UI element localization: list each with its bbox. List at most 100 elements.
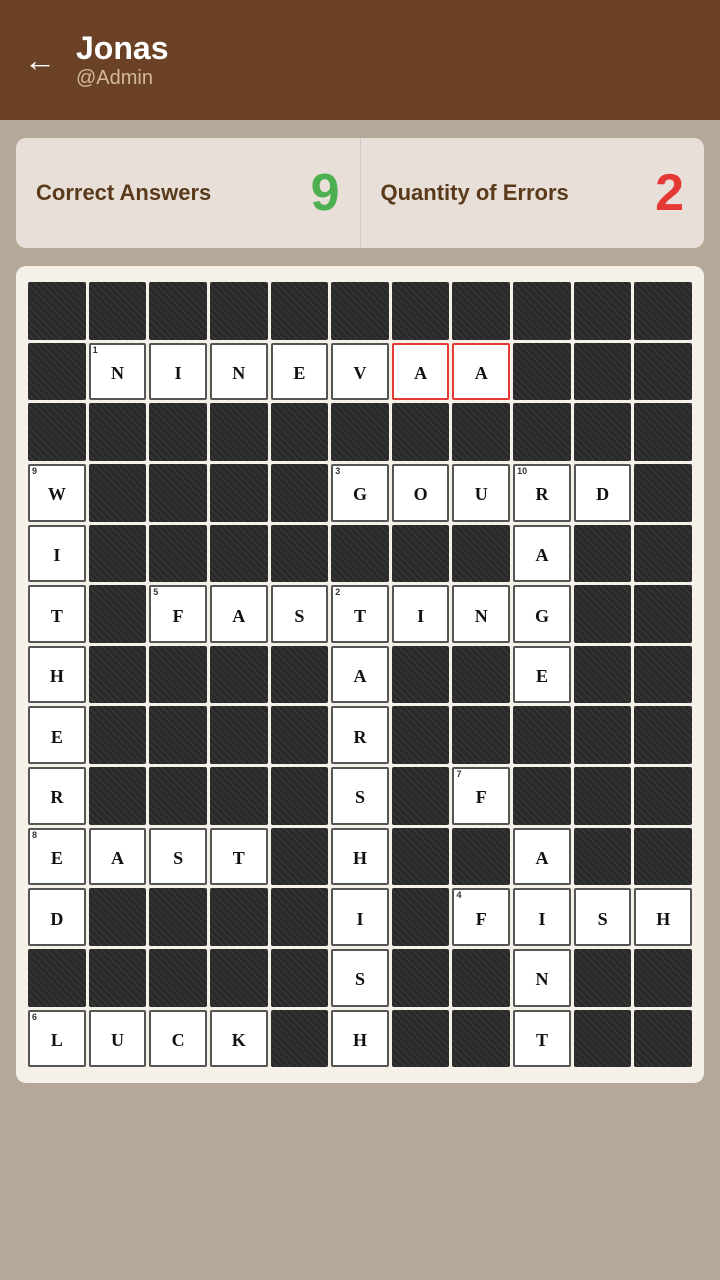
cell[interactable] [89, 949, 147, 1007]
cell[interactable] [392, 706, 450, 764]
cell[interactable] [331, 282, 389, 340]
cell[interactable] [634, 828, 692, 886]
cell[interactable]: S [574, 888, 632, 946]
cell[interactable] [513, 767, 571, 825]
cell[interactable]: E [271, 343, 329, 401]
cell[interactable] [513, 403, 571, 461]
cell[interactable] [271, 828, 329, 886]
cell[interactable] [392, 403, 450, 461]
cell[interactable]: D [574, 464, 632, 522]
cell[interactable] [210, 949, 268, 1007]
cell[interactable]: A [452, 343, 510, 401]
cell[interactable] [452, 828, 510, 886]
cell[interactable] [210, 403, 268, 461]
cell[interactable]: 1N [89, 343, 147, 401]
cell[interactable] [331, 525, 389, 583]
cell[interactable] [28, 343, 86, 401]
cell[interactable]: U [89, 1010, 147, 1068]
cell[interactable]: O [392, 464, 450, 522]
cell[interactable] [89, 282, 147, 340]
cell[interactable]: U [452, 464, 510, 522]
cell[interactable]: A [513, 525, 571, 583]
cell[interactable] [392, 949, 450, 1007]
cell[interactable]: T [513, 1010, 571, 1068]
cell[interactable] [574, 767, 632, 825]
cell[interactable]: N [513, 949, 571, 1007]
cell[interactable] [210, 464, 268, 522]
cell[interactable] [574, 949, 632, 1007]
cell[interactable]: H [28, 646, 86, 704]
cell[interactable]: S [149, 828, 207, 886]
cell[interactable] [28, 403, 86, 461]
cell[interactable] [392, 1010, 450, 1068]
cell[interactable] [89, 464, 147, 522]
cell[interactable]: A [331, 646, 389, 704]
cell[interactable]: 5F [149, 585, 207, 643]
cell[interactable]: A [89, 828, 147, 886]
cell[interactable] [89, 525, 147, 583]
cell[interactable]: I [149, 343, 207, 401]
cell[interactable]: V [331, 343, 389, 401]
cell[interactable] [452, 949, 510, 1007]
cell[interactable] [331, 403, 389, 461]
cell[interactable] [574, 585, 632, 643]
cell[interactable]: A [210, 585, 268, 643]
cell[interactable]: A [513, 828, 571, 886]
cell[interactable] [271, 403, 329, 461]
cell[interactable]: D [28, 888, 86, 946]
cell[interactable]: I [513, 888, 571, 946]
cell[interactable] [452, 646, 510, 704]
cell[interactable] [149, 706, 207, 764]
cell[interactable] [271, 888, 329, 946]
cell[interactable] [452, 403, 510, 461]
cell[interactable] [271, 1010, 329, 1068]
cell[interactable] [271, 706, 329, 764]
cell[interactable]: K [210, 1010, 268, 1068]
cell[interactable] [149, 767, 207, 825]
cell[interactable] [210, 525, 268, 583]
cell[interactable] [149, 888, 207, 946]
cell[interactable] [149, 282, 207, 340]
cell[interactable] [271, 525, 329, 583]
cell[interactable]: I [392, 585, 450, 643]
cell[interactable] [149, 949, 207, 1007]
cell[interactable] [513, 282, 571, 340]
cell[interactable]: S [271, 585, 329, 643]
cell[interactable] [574, 646, 632, 704]
cell[interactable]: 9W [28, 464, 86, 522]
cell[interactable] [574, 706, 632, 764]
cell[interactable] [271, 949, 329, 1007]
cell[interactable]: S [331, 767, 389, 825]
cell[interactable] [634, 403, 692, 461]
cell[interactable] [28, 949, 86, 1007]
cell[interactable]: I [331, 888, 389, 946]
cell[interactable] [89, 403, 147, 461]
cell[interactable] [634, 767, 692, 825]
cell[interactable] [89, 585, 147, 643]
cell[interactable]: R [331, 706, 389, 764]
cell[interactable] [149, 646, 207, 704]
cell[interactable] [574, 282, 632, 340]
cell[interactable]: H [634, 888, 692, 946]
cell[interactable]: 4F [452, 888, 510, 946]
cell[interactable]: R [28, 767, 86, 825]
cell[interactable] [392, 525, 450, 583]
cell[interactable] [89, 767, 147, 825]
cell[interactable]: H [331, 828, 389, 886]
cell[interactable] [392, 282, 450, 340]
cell[interactable] [513, 706, 571, 764]
cell[interactable] [574, 828, 632, 886]
cell[interactable] [271, 767, 329, 825]
cell[interactable] [574, 403, 632, 461]
cell[interactable]: E [513, 646, 571, 704]
cell[interactable] [634, 949, 692, 1007]
cell[interactable]: T [210, 828, 268, 886]
cell[interactable] [634, 464, 692, 522]
cell[interactable]: 6L [28, 1010, 86, 1068]
cell[interactable] [28, 282, 86, 340]
cell[interactable] [452, 282, 510, 340]
cell[interactable] [210, 767, 268, 825]
cell[interactable] [89, 646, 147, 704]
cell[interactable]: T [28, 585, 86, 643]
cell[interactable] [392, 646, 450, 704]
